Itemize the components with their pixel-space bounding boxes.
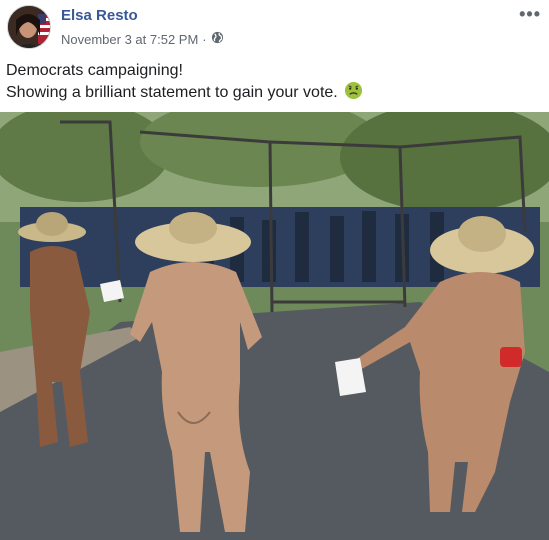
post-photo[interactable] xyxy=(0,112,549,540)
post-text-line-2: Showing a brilliant statement to gain yo… xyxy=(6,81,363,106)
post-text-line-1: Democrats campaigning! xyxy=(6,62,183,79)
avatar[interactable] xyxy=(7,5,51,49)
post-meta: November 3 at 7:52 PM · xyxy=(61,31,224,47)
author-name[interactable]: Elsa Resto xyxy=(61,7,138,24)
meta-separator: · xyxy=(202,31,207,47)
more-options-button[interactable]: ••• xyxy=(519,4,541,25)
post-timestamp[interactable]: November 3 at 7:52 PM xyxy=(61,32,198,47)
nauseated-face-emoji xyxy=(344,81,363,106)
post-header: Elsa Resto November 3 at 7:52 PM · ••• xyxy=(0,0,549,54)
globe-icon[interactable] xyxy=(211,31,224,47)
post-text: Democrats campaigning! Showing a brillia… xyxy=(6,60,363,106)
